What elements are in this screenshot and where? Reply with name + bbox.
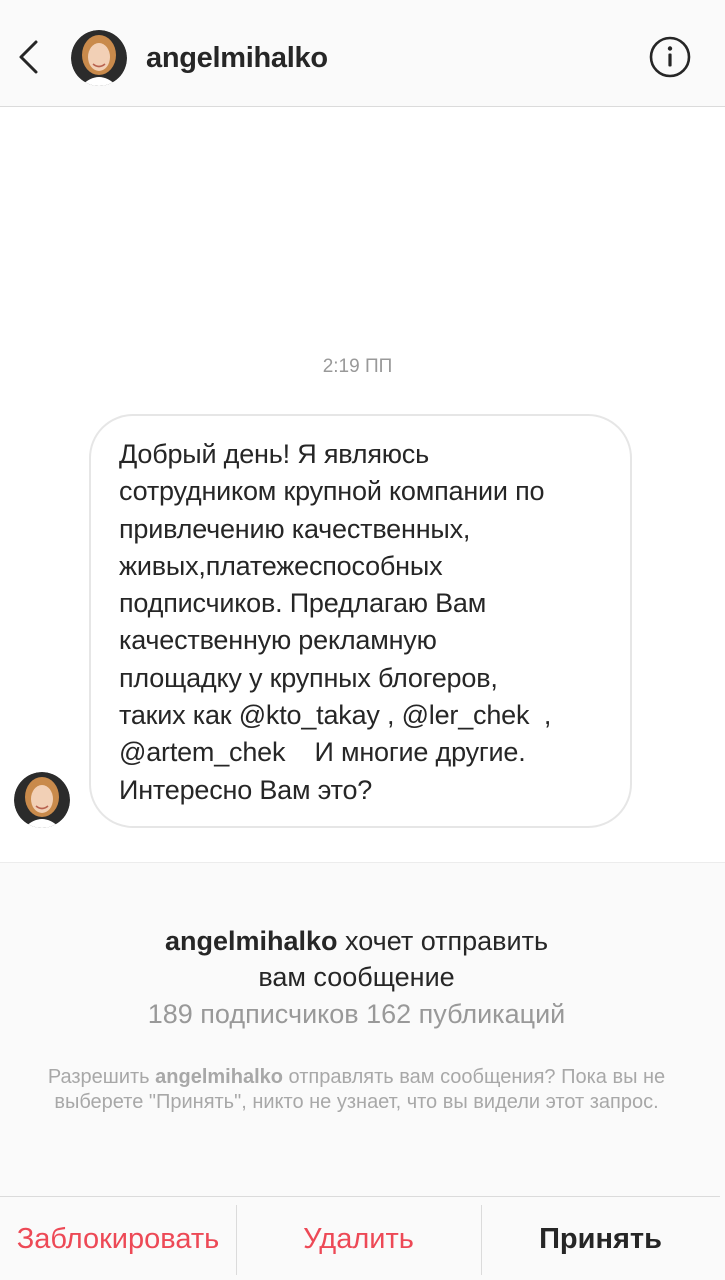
- message-timestamp: 2:19 ПП: [322, 356, 393, 377]
- back-button[interactable]: [12, 32, 52, 82]
- request-note: Разрешить angelmihalko отправлять вам со…: [40, 1065, 673, 1115]
- message-line: Интересно Вам это?: [119, 774, 373, 805]
- profile-stats: 189 подписчиков 162 публикаций: [147, 999, 566, 1029]
- message-line: живых,платежеспособных: [119, 550, 443, 581]
- message-line: таких как @kto_takay , @ler_chek ,: [119, 700, 552, 731]
- message-line: площадку у крупных блогеров,: [119, 662, 498, 693]
- dm-request-screen: angelmihalko 2:19 ПП Добрый день! Я явля…: [0, 0, 725, 1280]
- message-request-panel: angelmihalko хочет отправить вам сообщен…: [0, 862, 725, 1280]
- header-username[interactable]: angelmihalko: [146, 42, 328, 75]
- info-circle-icon: [649, 36, 691, 78]
- request-title-text: хочет отправить: [337, 926, 549, 956]
- message-line: @artem_chek И многие другие.: [119, 737, 526, 768]
- thread-header: angelmihalko: [0, 0, 725, 107]
- request-actions: Заблокировать Удалить Принять: [0, 1196, 720, 1280]
- profile-photo: [71, 30, 127, 86]
- message-text: Добрый день! Я являюсь сотрудником крупн…: [119, 436, 610, 809]
- info-button[interactable]: [648, 35, 692, 79]
- delete-button[interactable]: Удалить: [236, 1197, 481, 1280]
- message-bubble[interactable]: Добрый день! Я являюсь сотрудником крупн…: [89, 414, 632, 828]
- chevron-left-icon: [19, 40, 38, 74]
- request-username[interactable]: angelmihalko: [165, 926, 338, 956]
- message-line: подписчиков. Предлагаю Вам: [119, 588, 487, 619]
- request-note-prefix: Разрешить: [47, 1066, 156, 1088]
- request-note-username: angelmihalko: [155, 1066, 283, 1088]
- message-line: сотрудником крупной компании по: [119, 476, 545, 507]
- avatar[interactable]: [71, 30, 127, 86]
- accept-button[interactable]: Принять: [481, 1197, 720, 1280]
- message-line: качественную рекламную: [119, 625, 437, 656]
- block-button[interactable]: Заблокировать: [0, 1197, 236, 1280]
- request-title-line2: вам сообщение: [258, 962, 455, 992]
- message-line: Добрый день! Я являюсь: [119, 439, 429, 469]
- profile-photo: [14, 772, 70, 828]
- message-line: привлечению качественных,: [119, 513, 471, 544]
- sender-avatar[interactable]: [14, 772, 70, 828]
- request-title: angelmihalko хочет отправить вам сообщен…: [0, 923, 713, 995]
